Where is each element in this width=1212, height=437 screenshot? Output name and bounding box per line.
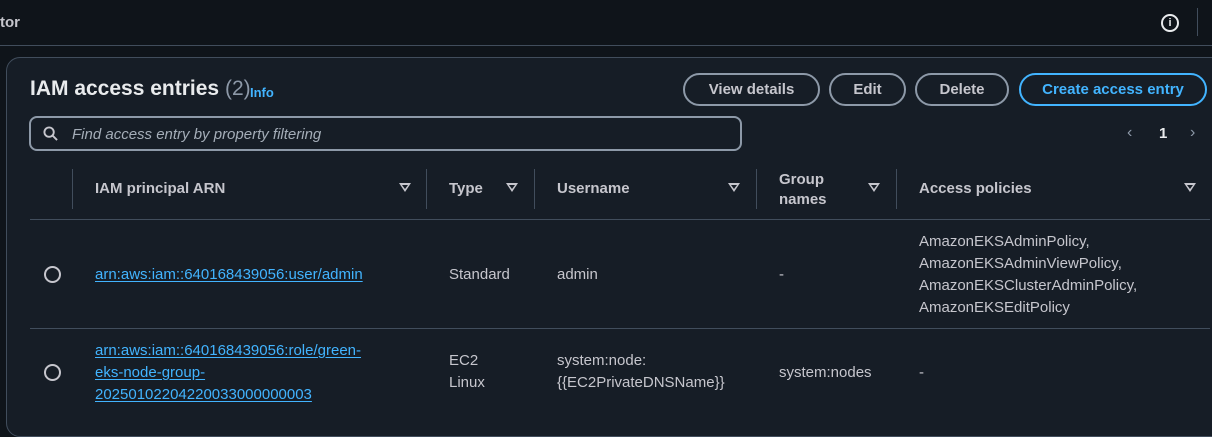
column-divider[interactable] bbox=[426, 169, 427, 209]
info-icon[interactable]: i bbox=[1161, 14, 1179, 32]
username-cell: admin bbox=[557, 266, 598, 283]
sort-icon[interactable] bbox=[1184, 183, 1196, 192]
edit-button[interactable]: Edit bbox=[829, 73, 906, 106]
sort-icon[interactable] bbox=[506, 183, 518, 192]
group-names-cell: - bbox=[779, 266, 784, 283]
group-names-cell: system:nodes bbox=[779, 364, 872, 381]
search-icon bbox=[43, 126, 58, 141]
chevron-left-icon[interactable]: ‹ bbox=[1127, 124, 1132, 142]
column-header-access-policies[interactable]: Access policies bbox=[919, 163, 1209, 220]
column-header-username[interactable]: Username bbox=[557, 163, 757, 220]
view-details-button[interactable]: View details bbox=[683, 73, 820, 106]
sort-icon[interactable] bbox=[399, 183, 411, 192]
table-row[interactable]: arn:aws:iam::640168439056:user/admin Sta… bbox=[30, 220, 1210, 329]
info-link[interactable]: Info bbox=[250, 85, 274, 100]
page-number[interactable]: 1 bbox=[1159, 125, 1167, 142]
breadcrumb-fragment: tor bbox=[0, 14, 20, 31]
entries-count: (2) bbox=[224, 77, 251, 100]
chevron-right-icon[interactable]: › bbox=[1190, 124, 1195, 142]
table-header: IAM principal ARN Type Username Group nam… bbox=[30, 163, 1210, 220]
column-divider[interactable] bbox=[896, 169, 897, 209]
type-cell: Standard bbox=[449, 266, 510, 283]
column-header-group-names[interactable]: Group names bbox=[779, 163, 889, 220]
create-access-entry-button[interactable]: Create access entry bbox=[1019, 73, 1207, 106]
column-divider[interactable] bbox=[72, 169, 73, 209]
title-text: IAM access entries bbox=[30, 77, 220, 100]
sort-icon[interactable] bbox=[868, 183, 880, 192]
row-select-radio[interactable] bbox=[44, 266, 61, 283]
principal-arn-link[interactable]: arn:aws:iam::640168439056:user/admin bbox=[95, 264, 363, 286]
username-cell: system:node: {{EC2PrivateDNSName}} bbox=[557, 352, 725, 391]
table-row[interactable]: arn:aws:iam::640168439056:role/green- ek… bbox=[30, 329, 1210, 419]
type-cell: EC2 Linux bbox=[449, 352, 485, 391]
column-divider[interactable] bbox=[756, 169, 757, 209]
column-header-arn[interactable]: IAM principal ARN bbox=[95, 163, 425, 220]
search-input[interactable]: Find access entry by property filtering bbox=[29, 116, 742, 151]
row-select-radio[interactable] bbox=[44, 364, 61, 381]
access-policies-cell: AmazonEKSAdminPolicy, AmazonEKSAdminView… bbox=[919, 233, 1138, 316]
page-title: IAM access entries (2) bbox=[30, 77, 251, 101]
search-placeholder: Find access entry by property filtering bbox=[72, 126, 322, 143]
top-bar: tor i bbox=[0, 0, 1212, 46]
delete-button[interactable]: Delete bbox=[915, 73, 1009, 106]
column-divider[interactable] bbox=[534, 169, 535, 209]
sort-icon[interactable] bbox=[728, 183, 740, 192]
principal-arn-link[interactable]: arn:aws:iam::640168439056:role/green- ek… bbox=[95, 340, 361, 406]
access-policies-cell: - bbox=[919, 364, 924, 381]
divider bbox=[1197, 8, 1198, 36]
